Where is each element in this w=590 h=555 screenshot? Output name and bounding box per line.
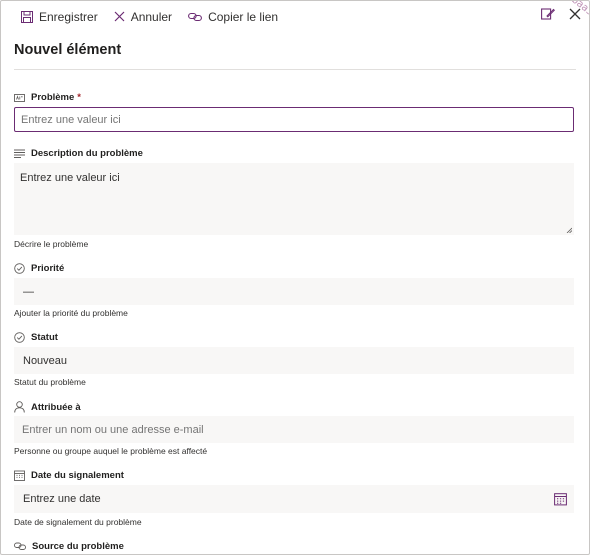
cancel-button[interactable]: Annuler [114, 1, 172, 32]
save-button[interactable]: Enregistrer [21, 1, 98, 32]
copy-link-button[interactable]: Copier le lien [188, 1, 278, 32]
statut-help: Statut du problème [14, 377, 86, 387]
link-icon [188, 12, 203, 21]
field-label-date: Date du signalement [14, 470, 124, 481]
calendar-icon [14, 470, 25, 481]
field-label-probleme: Problème * [14, 92, 81, 103]
description-textarea[interactable]: Entrez une valeur ici [14, 163, 574, 235]
field-label-attribuee: Attribuée à [14, 401, 81, 413]
field-label-priorite: Priorité [14, 263, 64, 274]
page-title: Nouvel élément [14, 42, 122, 58]
priorite-label: Priorité [31, 263, 65, 274]
priorite-dropdown[interactable]: — [14, 278, 574, 305]
text-field-icon [14, 93, 25, 102]
save-icon [21, 10, 33, 23]
field-label-source: Source du problème [14, 541, 124, 552]
save-label: Enregistrer [39, 9, 98, 24]
resize-grip-icon[interactable] [566, 227, 572, 233]
probleme-input[interactable] [14, 107, 574, 132]
edit-form-icon[interactable] [541, 7, 555, 21]
date-picker[interactable]: Entrez une date [14, 485, 574, 513]
statut-value: Nouveau [23, 354, 68, 367]
priorite-help: Ajouter la priorité du problème [14, 308, 128, 318]
source-label: Source du problème [32, 541, 124, 552]
date-label: Date du signalement [31, 470, 124, 481]
calendar-button-icon[interactable] [554, 493, 567, 506]
close-icon[interactable] [569, 8, 581, 20]
link-icon [14, 542, 26, 550]
copy-link-label: Copier le lien [208, 9, 279, 24]
person-icon [14, 401, 25, 413]
choice-icon [14, 332, 25, 343]
description-label: Description du problème [31, 148, 143, 159]
panel-actions [527, 7, 581, 21]
attribuee-help: Personne ou groupe auquel le problème es… [14, 446, 208, 456]
priorite-value: — [23, 285, 34, 298]
command-bar: Enregistrer Annuler Copier le lien [1, 1, 589, 32]
date-help: Date de signalement du problème [14, 517, 142, 527]
attribuee-people-picker[interactable] [14, 416, 574, 443]
required-indicator: * [77, 92, 81, 103]
description-placeholder: Entrez une valeur ici [20, 172, 120, 184]
multiline-text-icon [14, 149, 25, 158]
description-help: Décrire le problème [14, 239, 89, 249]
field-label-statut: Statut [14, 332, 58, 343]
cancel-label: Annuler [130, 9, 173, 24]
cancel-icon [114, 11, 125, 22]
statut-dropdown[interactable]: Nouveau [14, 347, 574, 374]
date-placeholder: Entrez une date [23, 493, 101, 505]
choice-icon [14, 263, 25, 274]
statut-label: Statut [31, 332, 58, 343]
title-divider [14, 69, 576, 70]
probleme-label: Problème [31, 92, 75, 103]
field-label-description: Description du problème [14, 148, 143, 159]
attribuee-label: Attribuée à [31, 401, 81, 413]
new-item-panel: Enregistrer Annuler Copier le lien bc6-e… [0, 0, 590, 555]
